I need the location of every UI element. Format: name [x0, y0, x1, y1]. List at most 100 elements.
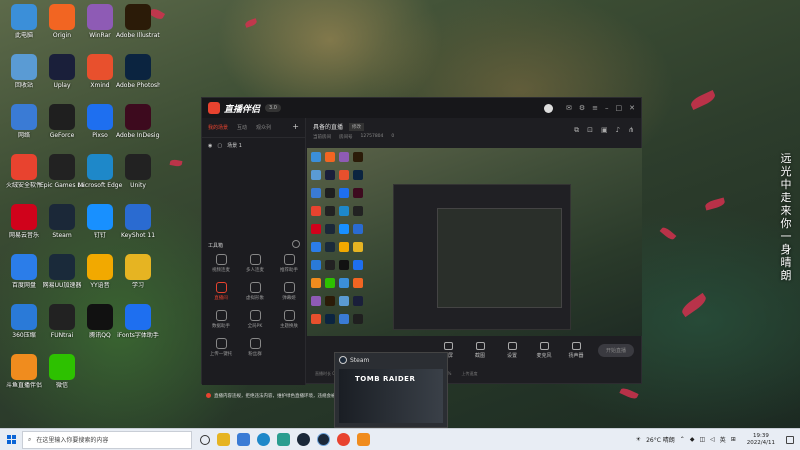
desktop-icon[interactable]: KeyShot 11 [116, 204, 160, 239]
illustrator-icon [125, 4, 151, 30]
desktop-icon-label: KeyShot 11 [120, 232, 156, 239]
share-icon[interactable]: ⋔ [628, 126, 634, 135]
start-button[interactable] [0, 429, 22, 450]
preview-mini-icon [311, 224, 321, 234]
app-icon[interactable] [237, 433, 250, 446]
wechat-taskbar-icon[interactable] [277, 433, 290, 446]
add-scene-icon[interactable]: + [292, 123, 299, 131]
settings-icon[interactable]: ⚙ [579, 104, 585, 112]
tool-label: 上传一键托 [209, 352, 233, 357]
tab-viewers[interactable]: 观众列 [256, 124, 271, 131]
ime-mode-icon[interactable]: ⊞ [731, 436, 736, 443]
avatar[interactable] [543, 103, 553, 113]
toolbox-toggle-icon[interactable] [292, 240, 300, 248]
weather[interactable]: 26°C 晴朗 [646, 435, 675, 444]
notify-icon[interactable]: ♪ [616, 126, 620, 135]
preview-mini-icon [311, 314, 321, 324]
title-bar[interactable]: 直播伴侣 3.0 ✉ ⚙ ≡ – □ ✕ [202, 98, 641, 118]
leaf-decoration [169, 159, 183, 167]
control-label: 设置 [506, 352, 517, 359]
tool-item[interactable]: 弹幕姬 [274, 282, 304, 301]
message-icon[interactable]: ✉ [566, 104, 572, 112]
time: 19:39 [752, 432, 769, 439]
tool-item[interactable]: 视频连麦 [206, 254, 236, 273]
tool-label: 虚拟形象 [246, 296, 264, 301]
desktop-icon[interactable]: Adobe Illustrat... [116, 4, 160, 39]
minimize-icon[interactable]: – [605, 104, 609, 112]
preview-mini-icon [325, 296, 335, 306]
network-icon[interactable]: ◫ [699, 436, 705, 443]
live-companion-window[interactable]: 直播伴侣 3.0 ✉ ⚙ ≡ – □ ✕ 我的场景 互动 观众列 + ◉ ▢ 场… [201, 97, 642, 399]
version-badge[interactable]: 3.0 [265, 104, 281, 112]
edge-icon[interactable] [257, 433, 270, 446]
tool-item[interactable]: 虚拟形象 [240, 282, 270, 301]
control-mic[interactable]: 麦克风 [531, 341, 557, 359]
douyu-taskbar-icon[interactable] [357, 433, 370, 446]
date: 2022/4/11 [746, 439, 775, 446]
tab-scenes[interactable]: 我的场景 [208, 124, 228, 131]
tray-app-icon[interactable]: ◆ [690, 436, 695, 443]
notification-icon[interactable] [786, 435, 794, 444]
desktop-icon[interactable]: Unity [116, 154, 160, 189]
windows-icon [6, 435, 16, 444]
desktop-icon-label: Adobe Photosh... [116, 82, 160, 89]
lock-icon[interactable]: ▢ [217, 143, 222, 149]
funtrai-icon [49, 304, 75, 330]
steam-active-icon[interactable] [317, 433, 330, 446]
tool-item[interactable]: 多人连麦 [240, 254, 270, 273]
preview-mini-icon [325, 152, 335, 162]
window-icon[interactable]: ▣ [601, 126, 608, 135]
maximize-icon[interactable]: □ [616, 104, 623, 112]
desktop-icon[interactable]: iFonts字体助手 [116, 304, 160, 339]
clock[interactable]: 19:39 2022/4/11 [747, 433, 775, 447]
file-explorer-icon[interactable] [217, 433, 230, 446]
tool-item[interactable]: 粉丝群 [240, 338, 270, 357]
steam-thumbnail[interactable]: Steam TOMB RAIDER [334, 352, 448, 428]
desktop-icon[interactable]: Adobe Photosh... [116, 54, 160, 89]
search-input[interactable]: ⌕ 在这里输入你要搜索的内容 [22, 430, 192, 449]
weather-icon[interactable]: ☀ [636, 436, 641, 443]
tool-item[interactable]: 上传一键托 [206, 338, 236, 357]
steam-taskbar-icon[interactable] [297, 433, 310, 446]
ime-indicator[interactable]: 英 [720, 435, 726, 444]
tab-interact[interactable]: 互动 [237, 124, 247, 131]
edit-title-button[interactable]: 修改 [349, 122, 365, 131]
douyu-icon [11, 354, 37, 380]
tray-chevron-icon[interactable]: ⌃ [680, 436, 685, 443]
tool-item[interactable]: 直播间 [206, 282, 236, 301]
search-icon: ⌕ [28, 435, 32, 443]
volume-icon[interactable]: ◁ [710, 436, 715, 443]
control-speaker[interactable]: 扬声器 [563, 341, 589, 359]
preview-mini-icon [311, 242, 321, 252]
steam-preview[interactable]: TOMB RAIDER [339, 369, 443, 423]
netease-music-icon [11, 204, 37, 230]
control-settings[interactable]: 设置 [499, 341, 525, 359]
desktop-icon[interactable]: 微信 [40, 354, 84, 389]
control-label: 截图 [474, 352, 485, 359]
share-screen-icon[interactable]: ⧉ [574, 126, 579, 135]
go-live-button[interactable]: 开始直播 [597, 343, 634, 357]
tool-item[interactable]: 主题换肤 [274, 310, 304, 329]
lock-layout-icon[interactable]: ⊡ [587, 126, 593, 135]
tool-item[interactable]: 全局PK [240, 310, 270, 329]
eye-icon[interactable]: ◉ [208, 143, 212, 149]
assistant-icon [283, 254, 295, 265]
desktop-icon[interactable]: 学习 [116, 254, 160, 289]
control-screenshot[interactable]: 截图 [467, 341, 493, 359]
preview-mini-icon [353, 188, 363, 198]
netease-taskbar-icon[interactable] [337, 433, 350, 446]
scene-item[interactable]: ◉ ▢ 场景 1 [202, 138, 305, 153]
preview-mini-icon [353, 242, 363, 252]
stream-preview[interactable] [307, 148, 642, 336]
tool-item[interactable]: 数据助手 [206, 310, 236, 329]
baidu-netdisk-icon [11, 254, 37, 280]
desktop-icon[interactable]: Adobe InDesign [116, 104, 160, 139]
close-icon[interactable]: ✕ [629, 104, 635, 112]
preview-mini-icon [325, 206, 335, 216]
preview-mini-icon [311, 170, 321, 180]
task-view-icon[interactable] [200, 434, 210, 445]
stream-title: 具备的直播 [313, 124, 344, 131]
menu-icon[interactable]: ≡ [592, 104, 598, 112]
wallpaper-caption: 远光中走来你一身晴朗 [780, 152, 792, 282]
tool-item[interactable]: 推荐助手 [274, 254, 304, 273]
